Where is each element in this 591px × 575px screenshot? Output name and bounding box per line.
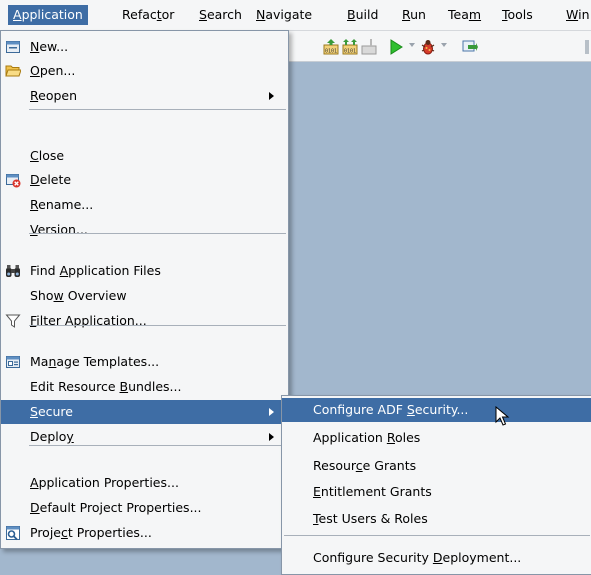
submenu-item-label: Configure ADF Security...	[313, 402, 469, 417]
menu-team[interactable]: Team	[443, 5, 486, 25]
submenu-arrow-icon	[269, 433, 274, 441]
submenu-item-label: Application Roles	[313, 430, 421, 445]
mouse-cursor-icon	[495, 406, 510, 426]
secure-submenu: Configure ADF Security... Application Rol…	[281, 395, 591, 575]
submenu-arrow-icon	[269, 408, 274, 416]
menu-item-default-project-properties[interactable]: Default Project Properties...	[1, 496, 288, 520]
menu-item-manage-templates[interactable]: Manage Templates...	[1, 350, 288, 374]
menu-separator	[29, 233, 286, 234]
menu-item-edit-resource-bundles[interactable]: Edit Resource Bundles...	[1, 375, 288, 399]
menu-search[interactable]: Search	[194, 5, 247, 25]
menu-item-project-properties[interactable]: Project Properties...	[1, 521, 288, 545]
menu-item-label: Show Overview	[30, 288, 127, 303]
menu-item-label: Open...	[30, 63, 76, 78]
new-app-icon	[5, 39, 21, 55]
menu-item-new[interactable]: New...	[1, 35, 288, 59]
submenu-item-configure-security-deployment[interactable]: Configure Security Deployment...	[282, 546, 591, 570]
menu-refactor[interactable]: Refactor	[117, 5, 179, 25]
svg-text:0101: 0101	[325, 49, 337, 55]
submenu-item-label: Entitlement Grants	[313, 484, 432, 499]
menu-item-label: Edit Resource Bundles...	[30, 379, 182, 394]
menu-item-label: Application Properties...	[30, 475, 179, 490]
menu-item-find-application-files[interactable]: Find Application Files	[1, 259, 288, 283]
menu-separator	[29, 109, 286, 110]
deploy-icon[interactable]	[462, 39, 478, 55]
project-properties-icon	[5, 525, 21, 541]
menu-item-label: Reopen	[30, 88, 78, 103]
menu-win[interactable]: Win	[561, 5, 591, 25]
debug-icon[interactable]	[420, 39, 436, 55]
make-icon[interactable]: 0101	[323, 39, 339, 55]
menu-item-label: Filter Application...	[30, 313, 147, 328]
menu-item-label: Version...	[30, 222, 88, 237]
submenu-item-label: Resource Grants	[313, 458, 417, 473]
menu-tools[interactable]: Tools	[497, 5, 538, 25]
submenu-item-configure-adf-security[interactable]: Configure ADF Security...	[282, 398, 591, 422]
clean-icon[interactable]	[361, 39, 377, 55]
binoculars-icon	[5, 263, 21, 279]
menu-bar: Application Refactor Search Navigate Build Ru…	[0, 0, 591, 31]
toolbar-overflow-icon	[585, 40, 589, 54]
menu-item-label: Manage Templates...	[30, 354, 160, 369]
menu-item-reopen[interactable]: Reopen	[1, 84, 288, 108]
submenu-item-resource-grants[interactable]: Resource Grants	[282, 454, 591, 478]
run-dropdown-arrow-icon[interactable]	[409, 43, 415, 47]
menu-item-label: Secure	[30, 404, 73, 419]
menu-item-open[interactable]: Open...	[1, 59, 288, 83]
svg-text:0101: 0101	[344, 49, 356, 55]
folder-open-icon	[5, 63, 22, 79]
submenu-item-label: Configure Security Deployment...	[313, 550, 522, 565]
submenu-item-label: Test Users & Roles	[313, 511, 428, 526]
menu-separator	[29, 325, 286, 326]
submenu-item-entitlement-grants[interactable]: Entitlement Grants	[282, 480, 591, 504]
menu-item-version[interactable]: Version...	[1, 218, 288, 242]
menu-separator	[284, 535, 590, 536]
menu-run[interactable]: Run	[397, 5, 431, 25]
menu-item-application-properties[interactable]: Application Properties...	[1, 471, 288, 495]
menu-item-filter-application[interactable]: Filter Application...	[1, 309, 288, 333]
menu-item-label: Close	[30, 148, 65, 163]
menu-build[interactable]: Build	[342, 5, 383, 25]
menu-application[interactable]: Application	[8, 5, 88, 25]
menu-item-label: Rename...	[30, 197, 94, 212]
submenu-arrow-icon	[269, 92, 274, 100]
delete-icon	[5, 172, 21, 188]
menu-item-label: Delete	[30, 172, 72, 187]
templates-icon	[5, 354, 21, 370]
submenu-item-application-roles[interactable]: Application Roles	[282, 426, 591, 450]
menu-separator	[29, 445, 286, 446]
menu-item-label: Default Project Properties...	[30, 500, 202, 515]
menu-item-show-overview[interactable]: Show Overview	[1, 284, 288, 308]
filter-icon	[5, 313, 21, 329]
application-menu: New... Open... Reopen Close Delete Rename... V…	[0, 30, 289, 549]
menu-navigate[interactable]: Navigate	[251, 5, 317, 25]
menu-item-label: Project Properties...	[30, 525, 152, 540]
menu-item-close[interactable]: Close	[1, 144, 288, 168]
rebuild-icon[interactable]: 0101	[342, 39, 358, 55]
submenu-item-test-users-roles[interactable]: Test Users & Roles	[282, 507, 591, 531]
menu-item-label: New...	[30, 39, 69, 54]
run-icon[interactable]	[388, 39, 404, 55]
menu-item-delete[interactable]: Delete	[1, 168, 288, 192]
menu-item-label: Find Application Files	[30, 263, 161, 278]
debug-dropdown-arrow-icon[interactable]	[441, 43, 447, 47]
menu-item-rename[interactable]: Rename...	[1, 193, 288, 217]
menu-item-secure[interactable]: Secure	[1, 400, 288, 424]
